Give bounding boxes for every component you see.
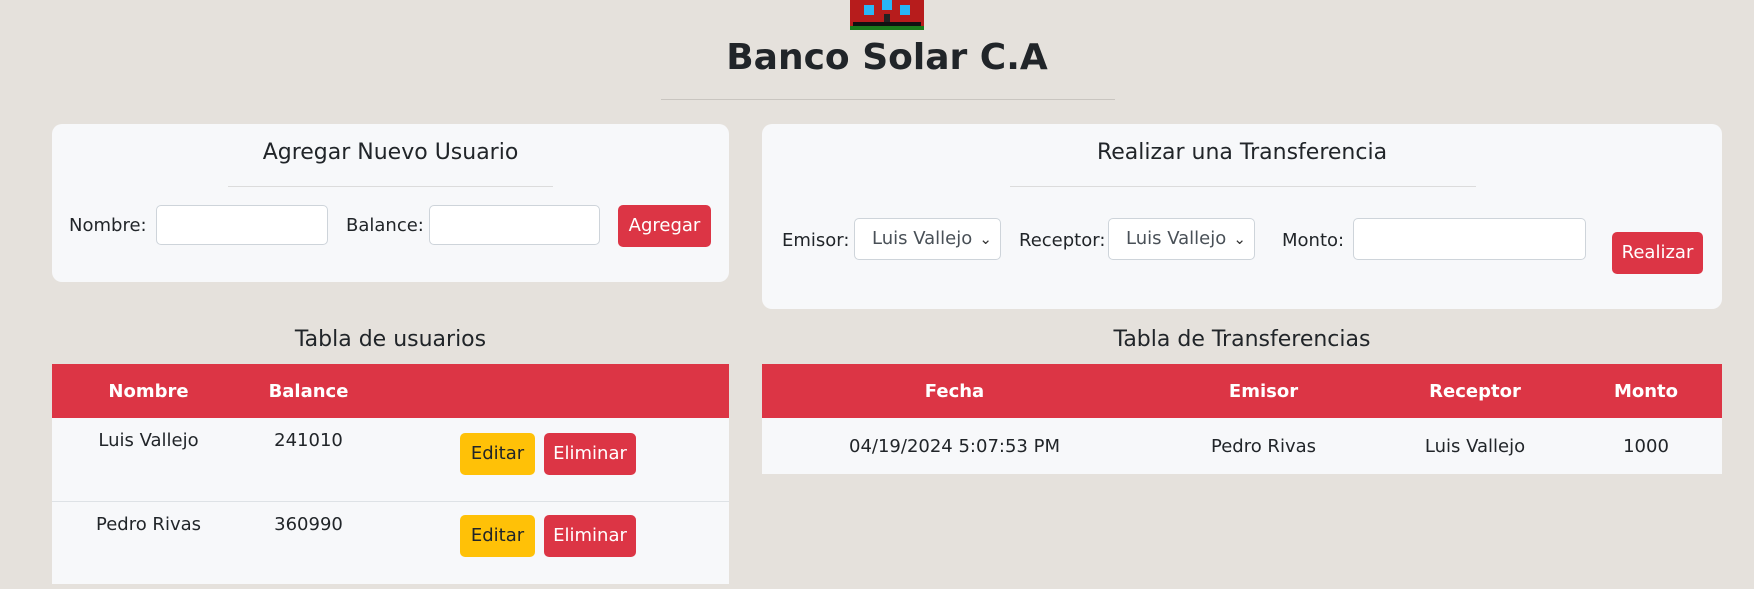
transfer-button[interactable]: Realizar: [1612, 232, 1703, 274]
receiver-label: Receptor:: [1019, 230, 1106, 251]
user-actions-cell: Editar Eliminar: [372, 418, 729, 502]
balance-input[interactable]: [429, 205, 600, 245]
name-label: Nombre:: [69, 215, 147, 236]
user-actions-cell: Editar Eliminar: [372, 501, 729, 584]
transfer-title: Realizar una Transferencia: [1096, 140, 1388, 165]
user-balance-cell: 241010: [245, 418, 372, 502]
column-header: Monto: [1570, 364, 1722, 418]
receiver-select[interactable]: Luis Vallejo ⌄: [1108, 218, 1255, 260]
add-user-title: Agregar Nuevo Usuario: [262, 140, 519, 165]
users-table-title: Tabla de usuarios: [294, 327, 487, 352]
name-input[interactable]: [156, 205, 328, 245]
table-header-row: Nombre Balance: [52, 364, 729, 418]
column-header: Fecha: [762, 364, 1147, 418]
column-header: Receptor: [1380, 364, 1570, 418]
transfer-date-cell: 04/19/2024 5:07:53 PM: [762, 418, 1147, 474]
delete-button[interactable]: Eliminar: [544, 515, 636, 557]
card-divider: [228, 186, 553, 187]
table-row: 04/19/2024 5:07:53 PM Pedro Rivas Luis V…: [762, 418, 1722, 474]
transfers-table: Fecha Emisor Receptor Monto 04/19/2024 5…: [762, 364, 1722, 474]
column-header: Nombre: [52, 364, 245, 418]
sender-label: Emisor:: [782, 230, 850, 251]
column-header: Emisor: [1147, 364, 1380, 418]
column-header: [372, 364, 729, 418]
user-balance-cell: 360990: [245, 501, 372, 584]
amount-label: Monto:: [1282, 230, 1345, 251]
add-user-button[interactable]: Agregar: [618, 205, 711, 247]
transfer-card: Realizar una Transferencia Emisor: Luis …: [762, 124, 1722, 309]
delete-button[interactable]: Eliminar: [544, 433, 636, 475]
transfer-sender-cell: Pedro Rivas: [1147, 418, 1380, 474]
user-name-cell: Luis Vallejo: [52, 418, 245, 502]
transfers-table-title: Tabla de Transferencias: [1113, 327, 1371, 352]
title-divider: [661, 99, 1115, 100]
table-row: Pedro Rivas 360990 Editar Eliminar: [52, 501, 729, 584]
column-header: Balance: [245, 364, 372, 418]
add-user-card: Agregar Nuevo Usuario Nombre: Balance: A…: [52, 124, 729, 282]
card-divider: [1010, 186, 1476, 187]
amount-input[interactable]: [1353, 218, 1586, 260]
transfer-receiver-cell: Luis Vallejo: [1380, 418, 1570, 474]
table-header-row: Fecha Emisor Receptor Monto: [762, 364, 1722, 418]
bank-building-icon: [850, 0, 924, 30]
transfer-amount-cell: 1000: [1570, 418, 1722, 474]
users-table: Nombre Balance Luis Vallejo 241010 Edita…: [52, 364, 729, 584]
balance-label: Balance:: [346, 215, 424, 236]
edit-button[interactable]: Editar: [460, 515, 535, 557]
user-name-cell: Pedro Rivas: [52, 501, 245, 584]
page-title: Banco Solar C.A: [726, 37, 1048, 78]
chevron-down-icon: ⌄: [1233, 230, 1246, 248]
chevron-down-icon: ⌄: [979, 230, 992, 248]
sender-select[interactable]: Luis Vallejo ⌄: [854, 218, 1001, 260]
table-row: Luis Vallejo 241010 Editar Eliminar: [52, 418, 729, 502]
edit-button[interactable]: Editar: [460, 433, 535, 475]
sender-select-value: Luis Vallejo: [872, 228, 973, 249]
receiver-select-value: Luis Vallejo: [1126, 228, 1227, 249]
